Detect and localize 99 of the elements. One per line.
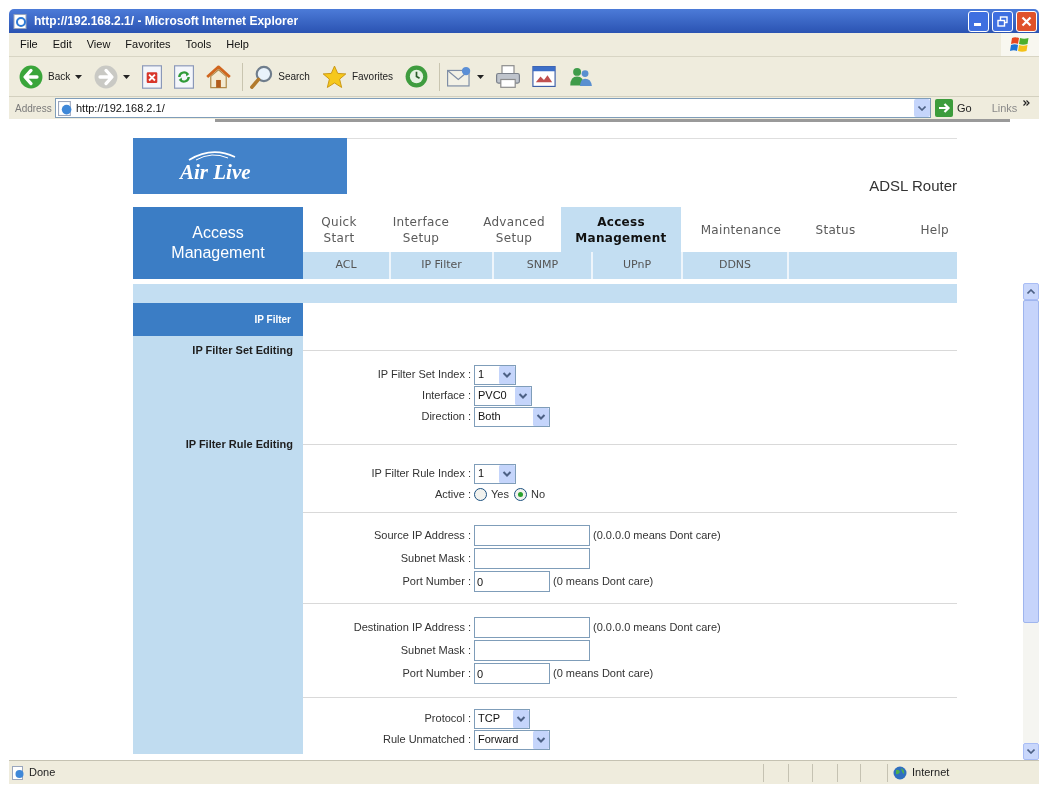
field-label: Direction : xyxy=(421,409,471,425)
nav-tab[interactable]: Help xyxy=(870,207,957,252)
favorites-button[interactable]: Favorites xyxy=(317,60,398,93)
clock-icon xyxy=(405,65,429,88)
section-label: IP Filter Set Editing xyxy=(192,343,293,357)
dropdown[interactable]: Both xyxy=(474,406,550,427)
double-chevron-icon xyxy=(1023,99,1031,106)
minimize-icon xyxy=(974,22,981,26)
field-hint: (0 means Dont care) xyxy=(553,666,654,682)
swoosh-icon xyxy=(188,150,236,161)
menu-item[interactable]: Favorites xyxy=(119,36,177,53)
product-name: ADSL Router xyxy=(869,177,957,194)
chevron-down-icon xyxy=(918,105,926,111)
window-title: http://192.168.2.1/ - Microsoft Internet Explorer xyxy=(34,13,299,30)
subnav-link[interactable]: DDNS xyxy=(683,252,789,279)
zone-label: Internet xyxy=(912,765,950,781)
radio-label: No xyxy=(530,487,545,503)
subnav-link[interactable]: ACL xyxy=(303,252,391,279)
section-title: Access Management xyxy=(133,207,303,279)
text-field[interactable]: 0 xyxy=(474,571,550,592)
page-globe-icon xyxy=(58,100,73,116)
text-field[interactable] xyxy=(474,525,590,546)
field-label: Subnet Mask : xyxy=(400,643,471,659)
restore-button[interactable] xyxy=(992,10,1013,32)
menu-item[interactable]: File xyxy=(14,36,44,53)
radio-button[interactable] xyxy=(474,488,487,501)
chevron-up-icon xyxy=(1027,289,1035,294)
field-label: Active : xyxy=(434,487,471,503)
scrollbar-thumb[interactable] xyxy=(1023,300,1039,623)
field-label: Port Number : xyxy=(402,666,471,682)
right-arrow-icon xyxy=(935,99,953,117)
scroll-up-button[interactable] xyxy=(1023,283,1039,300)
section-label: IP Filter Rule Editing xyxy=(185,437,293,451)
nav-tab[interactable]: Advanced Setup xyxy=(467,207,561,252)
document-arrows-icon xyxy=(174,64,195,89)
caret-icon xyxy=(477,74,485,79)
nav-tab[interactable]: Quick Start xyxy=(303,207,375,252)
menu-item[interactable]: Edit xyxy=(46,36,78,53)
page-icon xyxy=(13,13,28,29)
nav-tab[interactable]: Status xyxy=(801,207,870,252)
back-button[interactable]: Back xyxy=(15,60,87,93)
caret-icon xyxy=(75,74,83,79)
search-button[interactable]: Search xyxy=(246,60,314,93)
four-color-flag-icon xyxy=(1010,35,1030,54)
field-label: IP Filter Set Index : xyxy=(377,367,471,383)
window-icon xyxy=(532,66,557,87)
document-x-icon xyxy=(142,64,163,89)
close-button[interactable] xyxy=(1016,10,1037,32)
nav-tab[interactable]: Access Management xyxy=(561,207,681,252)
field-label: Destination IP Address : xyxy=(353,620,471,636)
star-icon xyxy=(321,64,347,89)
chevron-down-icon xyxy=(1027,749,1035,754)
restore-icon xyxy=(997,15,1008,27)
address-label: Address xyxy=(14,101,53,116)
subnav-link[interactable]: IP Filter xyxy=(391,252,494,279)
house-icon xyxy=(206,64,232,89)
status-text: Done xyxy=(29,765,56,781)
globe-icon xyxy=(893,765,907,780)
menu-item[interactable]: Tools xyxy=(179,36,218,53)
close-icon xyxy=(1021,15,1032,27)
text-field[interactable] xyxy=(474,548,590,569)
menu-item[interactable]: Help xyxy=(220,36,255,53)
radio-label: Yes xyxy=(491,487,509,503)
people-icon xyxy=(568,65,594,88)
field-label: Rule Unmatched : xyxy=(382,732,471,748)
text-field[interactable] xyxy=(474,617,590,638)
printer-icon xyxy=(496,65,521,88)
field-hint: (0.0.0.0 means Dont care) xyxy=(593,528,721,544)
page-icon xyxy=(12,765,25,780)
sidebar-heading: IP Filter xyxy=(133,303,303,336)
dropdown[interactable]: PVC0 xyxy=(474,385,532,406)
subnav-link[interactable]: UPnP xyxy=(593,252,683,279)
field-label: Subnet Mask : xyxy=(400,551,471,567)
caret-icon xyxy=(123,74,131,79)
text-field[interactable]: 0 xyxy=(474,663,550,684)
nav-tab[interactable]: Maintenance xyxy=(681,207,801,252)
field-hint: (0 means Dont care) xyxy=(553,574,654,590)
field-label: Source IP Address : xyxy=(373,528,471,544)
dropdown[interactable]: 1 xyxy=(474,364,516,385)
dropdown[interactable]: 1 xyxy=(474,463,516,484)
dropdown[interactable]: Forward xyxy=(474,729,550,750)
subnav-link[interactable]: SNMP xyxy=(494,252,593,279)
nav-tab[interactable]: Interface Setup xyxy=(375,207,467,252)
go-button[interactable]: Go xyxy=(935,99,972,117)
scroll-down-button[interactable] xyxy=(1023,743,1039,760)
field-label: IP Filter Rule Index : xyxy=(371,466,471,482)
text-field[interactable] xyxy=(474,640,590,661)
address-dropdown-button[interactable] xyxy=(914,99,930,117)
field-label: Interface : xyxy=(422,388,471,404)
field-hint: (0.0.0.0 means Dont care) xyxy=(593,620,721,636)
brand-logo: Air Live xyxy=(180,161,251,183)
search-icon xyxy=(250,64,274,89)
menu-item[interactable]: View xyxy=(80,36,117,53)
field-label: Protocol : xyxy=(424,711,471,727)
envelope-icon xyxy=(447,65,473,88)
minimize-button[interactable] xyxy=(968,10,989,32)
field-label: Port Number : xyxy=(402,574,471,590)
dropdown[interactable]: TCP xyxy=(474,708,530,729)
radio-button[interactable] xyxy=(513,488,527,501)
